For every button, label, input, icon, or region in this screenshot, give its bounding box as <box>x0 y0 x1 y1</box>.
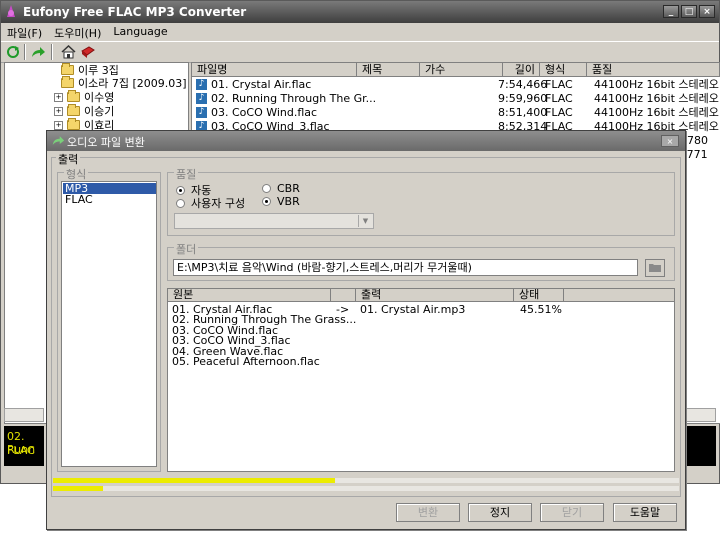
convert-arrow: -> <box>336 303 350 316</box>
maximize-button[interactable]: □ <box>681 5 697 18</box>
column-filename[interactable]: 파일명 <box>192 63 357 77</box>
format-group-label: 형식 <box>64 166 89 182</box>
column-empty <box>564 289 674 302</box>
list-scrollbar[interactable] <box>686 408 716 422</box>
app-icon <box>7 5 15 17</box>
folder-icon <box>67 90 80 102</box>
folder-icon <box>67 104 80 116</box>
conversion-status: 45.51% <box>520 303 562 316</box>
radio-custom[interactable]: 사용자 구성 <box>176 195 245 211</box>
column-status[interactable]: 상태 <box>514 289 564 302</box>
now-playing-panel: 02. Runn FLAC <box>4 426 44 466</box>
menu-help[interactable]: 도우미(H) <box>48 23 107 41</box>
minimize-button[interactable]: _ <box>663 5 679 18</box>
column-output[interactable]: 출력 <box>356 289 514 302</box>
music-file-icon: ♪ <box>196 93 207 104</box>
home-icon[interactable] <box>59 43 77 60</box>
stop-button[interactable]: 정지 <box>468 503 532 522</box>
format-list[interactable]: MP3 FLAC <box>61 181 157 467</box>
column-quality[interactable]: 품질 <box>587 63 720 77</box>
now-playing-panel-right <box>686 426 716 466</box>
column-source[interactable]: 원본 <box>168 289 331 302</box>
tree-item[interactable]: + 이승기 <box>54 104 114 118</box>
column-format[interactable]: 형식 <box>540 63 587 77</box>
convert-arrow-icon <box>52 136 65 145</box>
folder-group-label: 폴더 <box>174 241 199 257</box>
folder-path-input[interactable]: E:\MP3\치료 음악\Wind (바람-향기,스트레스,머리가 무거울때) <box>173 259 638 276</box>
bookmark-icon[interactable] <box>79 43 97 60</box>
close-button[interactable]: × <box>699 5 715 18</box>
tree-item[interactable]: 이소라 7집 [2009.03] <box>61 76 187 90</box>
dialog-close-button[interactable]: × <box>661 135 679 147</box>
toolbar <box>1 41 719 63</box>
table-row[interactable]: ♪ 03. CoCO Wind.flac 8:51,400 FLAC 44100… <box>192 106 720 120</box>
dialog-title: 오디오 파일 변환 <box>67 136 145 149</box>
radio-cbr[interactable]: CBR <box>262 182 300 195</box>
column-artist[interactable]: 가수 <box>420 63 503 77</box>
output-group-label: 출력 <box>56 151 81 167</box>
main-title: Eufony Free FLAC MP3 Converter <box>23 5 247 19</box>
convert-arrow-icon[interactable] <box>29 43 47 60</box>
folder-icon <box>67 118 80 130</box>
convert-button[interactable]: 변환 <box>396 503 460 522</box>
file-progress-bar <box>53 478 335 483</box>
expand-icon[interactable]: + <box>54 92 63 102</box>
format-option-flac[interactable]: FLAC <box>63 194 156 205</box>
total-progress-bar <box>53 486 103 491</box>
browse-folder-button[interactable] <box>645 259 665 277</box>
bitrate-select[interactable]: ▼ <box>174 213 374 229</box>
main-titlebar[interactable]: Eufony Free FLAC MP3 Converter _ □ × <box>1 1 719 23</box>
close-dialog-button[interactable]: 닫기 <box>540 503 604 522</box>
refresh-icon[interactable] <box>4 43 22 60</box>
expand-icon[interactable]: + <box>54 120 63 130</box>
folder-icon <box>61 63 74 75</box>
table-row[interactable]: ♪ 02. Running Through The Gr... 9:59,960… <box>192 92 720 106</box>
quality-group-label: 품질 <box>174 166 199 182</box>
dialog-titlebar[interactable]: 오디오 파일 변환 × <box>47 131 685 151</box>
folder-icon <box>61 76 74 88</box>
tree-item[interactable]: + 이수영 <box>54 90 114 104</box>
table-row[interactable]: ♪ 01. Crystal Air.flac 7:54,466 FLAC 441… <box>192 78 720 92</box>
radio-vbr[interactable]: VBR <box>262 195 300 208</box>
total-progress-track <box>53 486 679 491</box>
tree-scrollbar[interactable] <box>4 408 44 422</box>
folder-open-icon <box>648 264 661 272</box>
column-arrow[interactable] <box>331 289 356 302</box>
now-playing-format: FLAC <box>7 444 35 457</box>
output-file: 01. Crystal Air.mp3 <box>360 303 466 316</box>
music-file-icon: ♪ <box>196 107 207 118</box>
chevron-down-icon[interactable]: ▼ <box>358 215 372 227</box>
column-length[interactable]: 길이 <box>503 63 540 77</box>
menu-file[interactable]: 파일(F) <box>1 23 48 41</box>
menu-language[interactable]: Language <box>107 23 173 41</box>
menu-bar: 파일(F) 도우미(H) Language <box>1 23 719 41</box>
help-button[interactable]: 도움말 <box>613 503 677 522</box>
conversion-list[interactable]: 원본 출력 상태 01. Crystal Air.flac 02. Runnin… <box>167 288 675 472</box>
column-title[interactable]: 제목 <box>357 63 420 77</box>
source-item[interactable]: 05. Peaceful Afternoon.flac <box>172 356 320 367</box>
convert-dialog: 오디오 파일 변환 × 출력 형식 MP3 FLAC 품질 자동 사용자 구성 … <box>46 130 686 530</box>
music-file-icon: ♪ <box>196 79 207 90</box>
expand-icon[interactable]: + <box>54 106 63 116</box>
